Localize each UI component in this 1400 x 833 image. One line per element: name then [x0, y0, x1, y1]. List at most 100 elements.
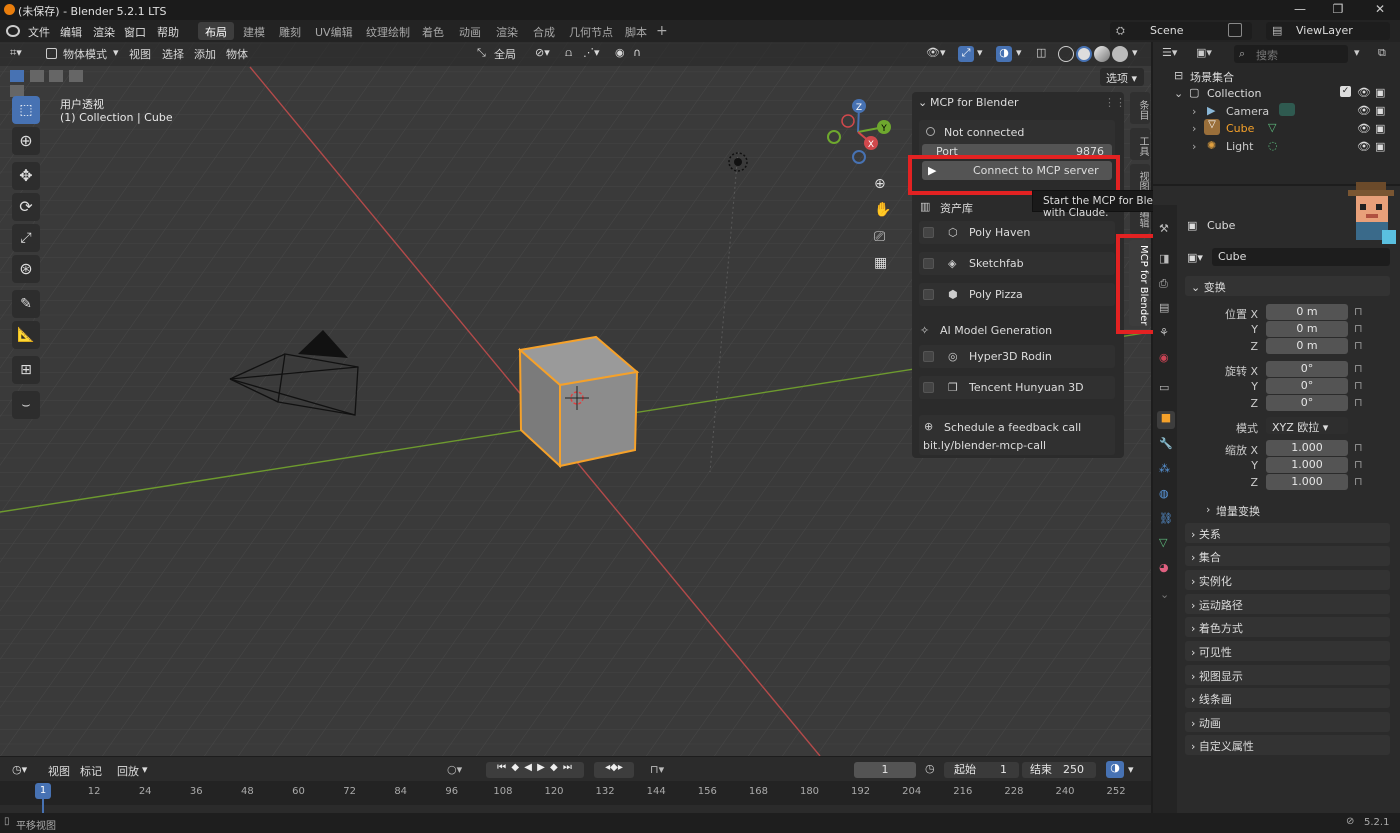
close-icon[interactable]: ✕	[1370, 2, 1390, 18]
tab-texture-paint[interactable]: 纹理绘制	[359, 22, 417, 40]
cube-visibility-icon[interactable]: 👁	[1357, 122, 1371, 135]
maximize-icon[interactable]: ❐	[1328, 2, 1348, 18]
select-new-icon[interactable]	[10, 70, 24, 82]
xray-icon[interactable]: ◫	[1036, 46, 1046, 62]
move-tool-icon[interactable]: ✥	[12, 162, 40, 190]
transform-tool-icon[interactable]: ⊛	[12, 255, 40, 283]
outliner-light[interactable]: Light	[1226, 140, 1253, 153]
lock-scale-y-icon[interactable]: ⊓	[1354, 458, 1363, 471]
gizmo-toggle-icon[interactable]: ⤢	[958, 46, 974, 62]
delta-transform-expand-icon[interactable]: ›	[1206, 503, 1210, 516]
mode-dropdown-icon[interactable]: ▾	[113, 46, 119, 62]
object-name-field[interactable]: Cube	[1212, 248, 1390, 266]
viewport-menu-select[interactable]: 选择	[162, 46, 184, 62]
proportional-edit-icon[interactable]: ◉	[615, 46, 625, 62]
viewport-menu-object[interactable]: 物体	[226, 46, 248, 62]
timeline-ruler[interactable]	[0, 781, 1151, 805]
options-dropdown[interactable]: 选项 ▾	[1100, 68, 1144, 86]
solid-shading-icon[interactable]	[1076, 46, 1092, 62]
lock-location-y-icon[interactable]: ⊓	[1354, 322, 1363, 335]
object-properties-icon[interactable]: ■	[1157, 411, 1175, 429]
curve-tool-icon[interactable]: ⌣	[12, 391, 40, 419]
panel-motion-paths[interactable]: › 运动路径	[1185, 594, 1390, 614]
rotation-x-field[interactable]: 0°	[1266, 361, 1348, 377]
new-scene-icon[interactable]	[1228, 23, 1242, 37]
panel-relations[interactable]: › 关系	[1185, 523, 1390, 543]
panel-visibility[interactable]: › 可见性	[1185, 641, 1390, 661]
scale-z-field[interactable]: 1.000	[1266, 474, 1348, 490]
tab-uv-editing[interactable]: UV编辑	[308, 22, 360, 40]
material-shading-icon[interactable]	[1094, 46, 1110, 62]
polypizza-checkbox[interactable]	[923, 289, 934, 300]
particles-properties-icon[interactable]: ⁂	[1159, 462, 1170, 475]
zoom-icon[interactable]: ⊕	[874, 176, 886, 192]
preview-range-icon[interactable]: ◷	[925, 762, 935, 775]
object-data-icon[interactable]: ▣▾	[1187, 251, 1203, 264]
select-extend-icon[interactable]	[29, 70, 44, 82]
lock-rotation-x-icon[interactable]: ⊓	[1354, 362, 1363, 375]
perspective-toggle-icon[interactable]: ▦	[874, 255, 887, 271]
collection-render-icon[interactable]: ▣	[1375, 86, 1385, 99]
tab-rendering[interactable]: 渲染	[489, 22, 525, 40]
cursor-tool-icon[interactable]: ⊕	[12, 127, 40, 155]
playback-dropdown-icon[interactable]: ▾	[142, 763, 148, 776]
outliner-search-input[interactable]: 搜索	[1234, 45, 1348, 63]
side-tab-tool[interactable]: 工具	[1130, 128, 1150, 160]
display-mode-icon[interactable]: ▣▾	[1196, 46, 1212, 59]
current-frame-field[interactable]: 1	[854, 762, 916, 778]
lock-location-z-icon[interactable]: ⊓	[1354, 339, 1363, 352]
menu-help[interactable]: 帮助	[153, 23, 183, 41]
scene-properties-icon[interactable]: ⚘	[1159, 326, 1169, 339]
mcp-panel-collapse-icon[interactable]: ⌄	[918, 96, 927, 109]
mcp-panel-title[interactable]: MCP for Blender	[930, 96, 1019, 109]
snap-icon[interactable]: ⩍	[565, 46, 572, 62]
tab-geometry-nodes[interactable]: 几何节点	[562, 22, 620, 40]
hunyuan-checkbox[interactable]	[923, 382, 934, 393]
tab-shading[interactable]: 着色	[415, 22, 451, 40]
lock-rotation-y-icon[interactable]: ⊓	[1354, 379, 1363, 392]
sketchfab-checkbox[interactable]	[923, 258, 934, 269]
world-properties-icon[interactable]: ◉	[1159, 351, 1169, 364]
outliner-cube[interactable]: Cube	[1226, 122, 1254, 135]
select-invert-icon[interactable]	[68, 70, 83, 82]
cube-render-icon[interactable]: ▣	[1375, 122, 1385, 135]
menu-edit[interactable]: 编辑	[56, 23, 86, 41]
lock-location-x-icon[interactable]: ⊓	[1354, 305, 1363, 318]
pivot-point-icon[interactable]: ⊘▾	[535, 46, 550, 62]
material-properties-icon[interactable]: ◕	[1159, 561, 1169, 574]
keying-set-icon[interactable]: ⊓▾	[650, 763, 664, 776]
panel-custom-properties[interactable]: › 自定义属性	[1185, 735, 1390, 755]
location-z-field[interactable]: 0 m	[1266, 338, 1348, 354]
keyframe-nav[interactable]: ◂◆▸	[594, 762, 634, 778]
menu-render[interactable]: 渲染	[89, 23, 119, 41]
scale-x-field[interactable]: 1.000	[1266, 440, 1348, 456]
scale-y-field[interactable]: 1.000	[1266, 457, 1348, 473]
visibility-icon[interactable]: 👁▾	[926, 46, 946, 62]
timeline-menu-playback[interactable]: 回放	[117, 763, 139, 779]
playhead[interactable]: 1	[35, 783, 51, 799]
pan-hand-icon[interactable]: ✋	[874, 202, 891, 218]
cube-expand-icon[interactable]: ›	[1192, 122, 1196, 135]
editor-type-icon[interactable]: ⌗▾	[10, 46, 22, 62]
tab-scripting[interactable]: 脚本	[618, 22, 654, 40]
rotate-tool-icon[interactable]: ⟳	[12, 193, 40, 221]
tab-sculpting[interactable]: 雕刻	[272, 22, 308, 40]
light-expand-icon[interactable]: ›	[1192, 140, 1196, 153]
panel-instancing[interactable]: › 实例化	[1185, 570, 1390, 590]
light-render-icon[interactable]: ▣	[1375, 140, 1385, 153]
wireframe-shading-icon[interactable]	[1058, 46, 1074, 62]
lock-scale-z-icon[interactable]: ⊓	[1354, 475, 1363, 488]
shading-dropdown-icon[interactable]: ▾	[1132, 46, 1138, 62]
end-frame-field[interactable]: 结束 250	[1022, 762, 1096, 778]
filter-icon[interactable]: ▾	[1354, 46, 1360, 59]
drag-handle-icon[interactable]: ⋮⋮	[1104, 96, 1126, 109]
lock-rotation-z-icon[interactable]: ⊓	[1354, 396, 1363, 409]
outliner-camera[interactable]: Camera	[1226, 105, 1269, 118]
hyper3d-checkbox[interactable]	[923, 351, 934, 362]
camera-visibility-icon[interactable]: 👁	[1357, 104, 1371, 117]
outliner-collection[interactable]: Collection	[1207, 87, 1261, 100]
start-frame-field[interactable]: 起始 1	[944, 762, 1019, 778]
jump-start-icon[interactable]: ⏮	[497, 762, 507, 773]
tab-compositing[interactable]: 合成	[526, 22, 562, 40]
modifier-properties-icon[interactable]: 🔧	[1159, 437, 1173, 450]
